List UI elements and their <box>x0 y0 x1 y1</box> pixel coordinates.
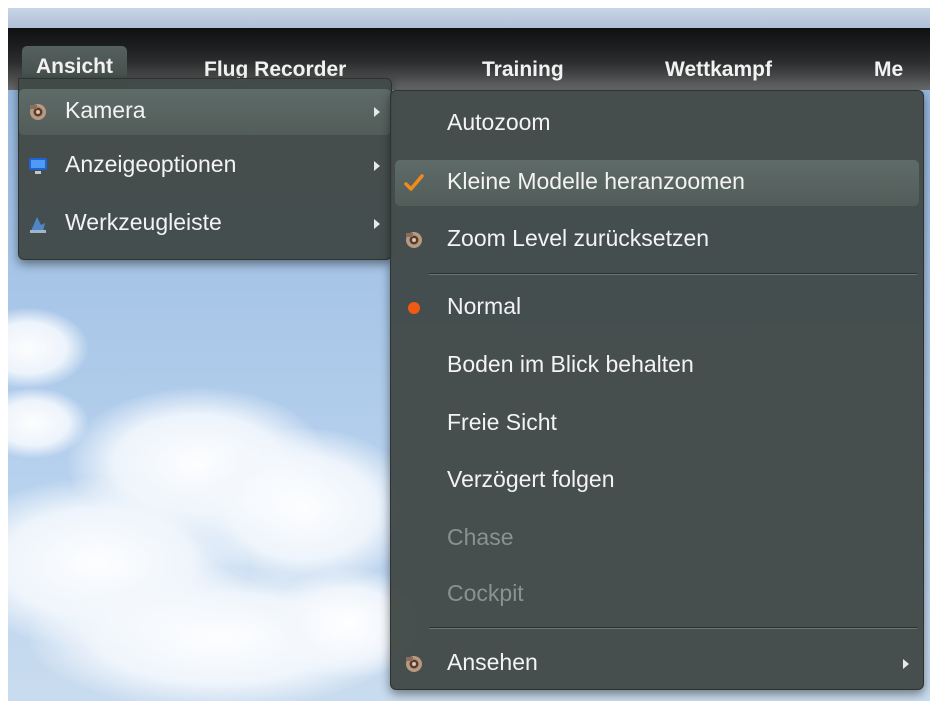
menu-item-autozoom[interactable]: Autozoom <box>391 101 923 147</box>
monitor-icon <box>27 155 49 177</box>
app-window: Ansicht Flug Recorder Training Wettkampf… <box>8 8 930 701</box>
menu-item-verzoegert-folgen[interactable]: Verzögert folgen <box>391 458 923 504</box>
menu-item-label: Werkzeugleiste <box>65 209 222 235</box>
menu-item-label: Cockpit <box>447 580 524 606</box>
menu-item-zoom-level-zuruecksetzen[interactable]: Zoom Level zurücksetzen <box>391 217 923 263</box>
menu-item-label: Ansehen <box>447 649 538 675</box>
camera-icon <box>27 101 49 123</box>
ansicht-menu: Kamera Anzeigeoptionen Werkzeugleiste <box>18 78 392 260</box>
menu-item-werkzeugleiste[interactable]: Werkzeugleiste <box>19 203 391 249</box>
toolbar-icon <box>27 213 49 235</box>
menu-item-cockpit: Cockpit <box>391 572 923 618</box>
menu-item-kamera[interactable]: Kamera <box>19 89 391 135</box>
menubar-training[interactable]: Training <box>482 52 564 88</box>
menu-item-freie-sicht[interactable]: Freie Sicht <box>391 401 923 447</box>
menu-separator <box>429 273 917 275</box>
window-top-strip <box>8 8 930 28</box>
menu-item-label: Kleine Modelle heranzoomen <box>447 168 745 194</box>
menu-item-label: Freie Sicht <box>447 409 557 435</box>
menu-item-kleine-modelle[interactable]: Kleine Modelle heranzoomen <box>395 160 919 206</box>
menu-separator <box>429 627 917 629</box>
menu-item-label: Normal <box>447 293 522 319</box>
checkmark-icon <box>403 172 425 194</box>
submenu-arrow-icon <box>903 659 909 669</box>
menubar-wettkampf[interactable]: Wettkampf <box>665 52 772 88</box>
menu-item-ansehen[interactable]: Ansehen <box>391 641 923 687</box>
menu-item-label: Chase <box>447 524 514 550</box>
menu-item-chase: Chase <box>391 516 923 562</box>
menu-item-label: Boden im Blick behalten <box>447 351 694 377</box>
menu-item-label: Autozoom <box>447 109 551 135</box>
submenu-arrow-icon <box>374 219 380 229</box>
menu-item-label: Verzögert folgen <box>447 466 615 492</box>
radio-selected-icon <box>403 297 425 319</box>
menu-item-label: Kamera <box>65 97 146 123</box>
menu-item-boden-im-blick[interactable]: Boden im Blick behalten <box>391 343 923 389</box>
menubar-me[interactable]: Me <box>874 52 903 88</box>
menu-item-label: Anzeigeoptionen <box>65 151 237 177</box>
menu-item-normal[interactable]: Normal <box>391 285 923 331</box>
submenu-arrow-icon <box>374 161 380 171</box>
camera-icon <box>403 229 425 251</box>
menu-item-anzeigeoptionen[interactable]: Anzeigeoptionen <box>19 145 391 191</box>
submenu-arrow-icon <box>374 107 380 117</box>
camera-icon <box>403 653 425 675</box>
kamera-submenu: Autozoom Kleine Modelle heranzoomen Zoom… <box>390 90 924 690</box>
menu-item-label: Zoom Level zurücksetzen <box>447 225 710 251</box>
